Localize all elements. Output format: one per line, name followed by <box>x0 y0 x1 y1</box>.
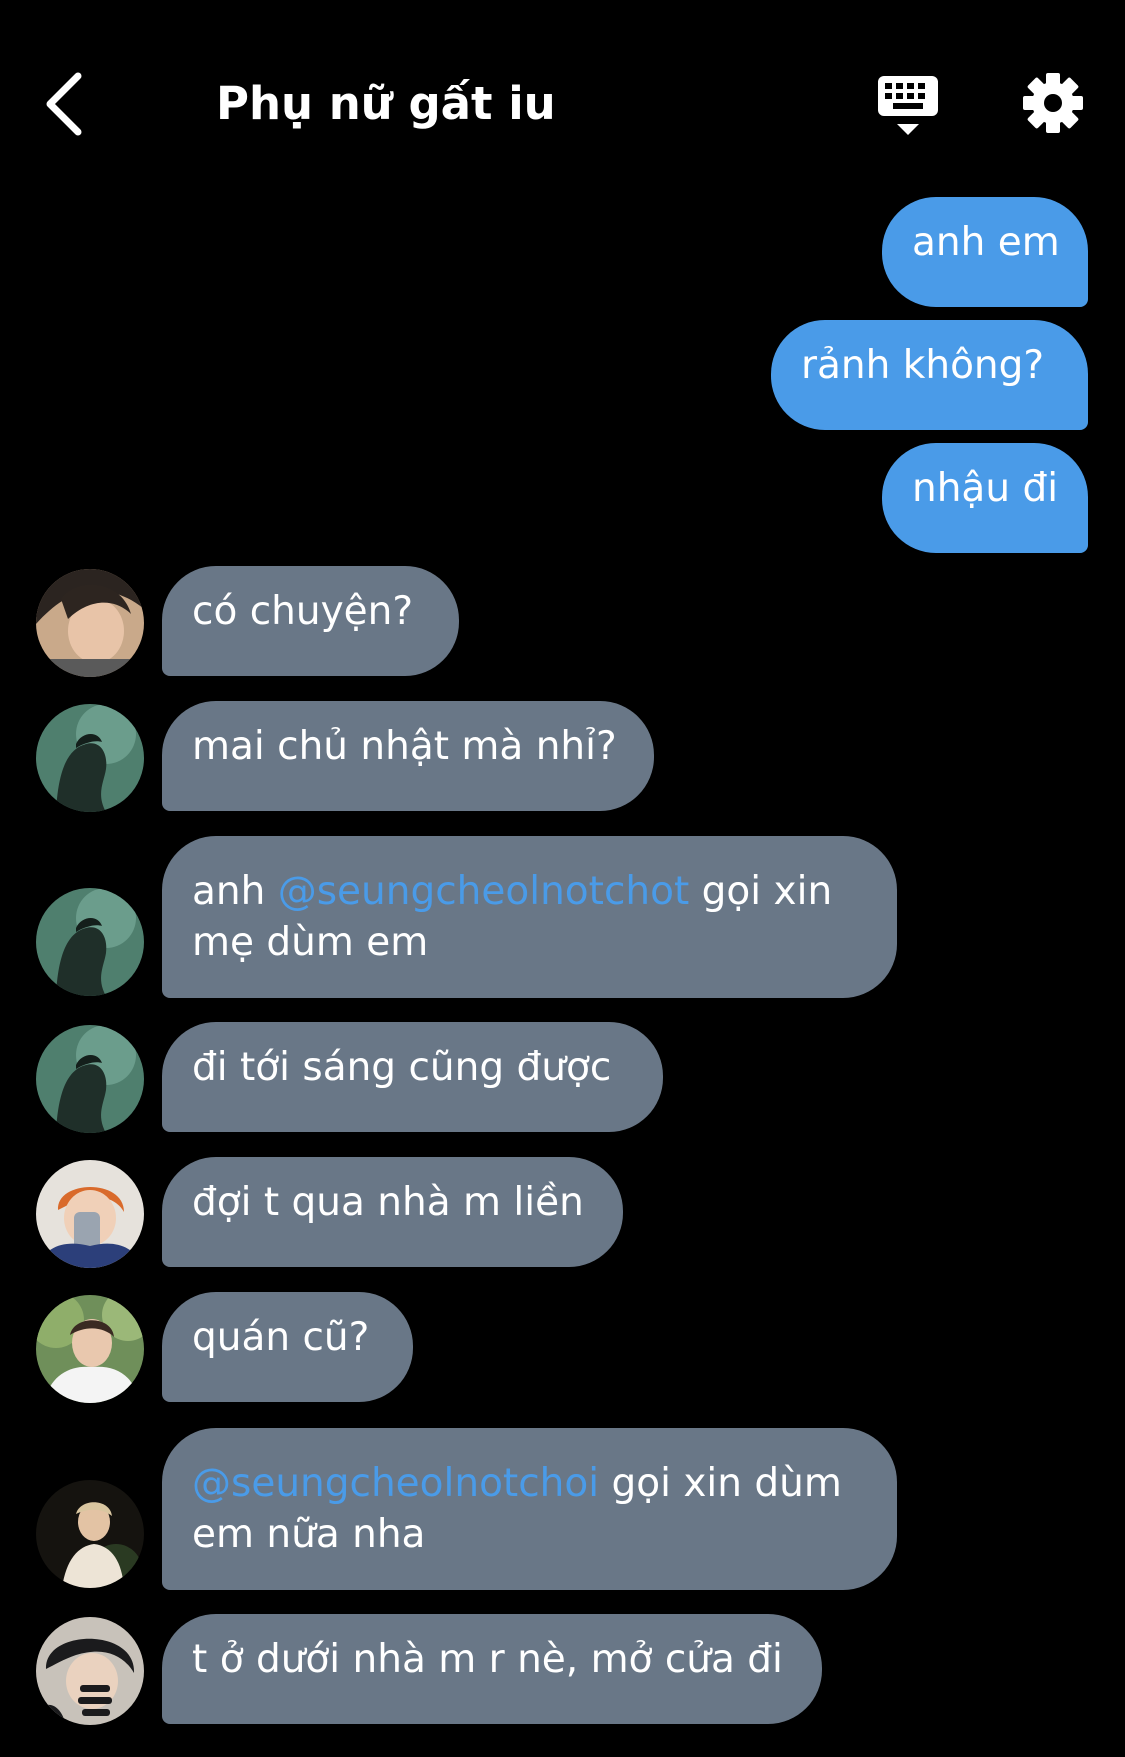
message-text: anh em <box>912 220 1060 265</box>
avatar[interactable] <box>36 1160 144 1268</box>
message-text: gọi xin <box>689 869 833 914</box>
avatar[interactable] <box>36 1617 144 1725</box>
chevron-left-icon <box>46 72 82 136</box>
keyboard-hide-icon <box>878 76 938 135</box>
message-bubble-outgoing[interactable]: nhậu đi <box>882 443 1088 553</box>
user-mention-link[interactable]: @seungcheolnotchoi <box>192 1461 599 1506</box>
message-text: nhậu đi <box>912 466 1059 511</box>
settings-button[interactable] <box>1022 72 1084 134</box>
avatar[interactable] <box>36 1025 144 1133</box>
back-button[interactable] <box>40 70 90 138</box>
message-text: quán cũ? <box>192 1315 370 1360</box>
chat-header: Phụ nữ gất iu <box>0 0 1125 190</box>
message-text: mai chủ nhật mà nhỉ? <box>192 724 617 769</box>
message-text: t ở dưới nhà m r nè, mở cửa đi <box>192 1637 783 1682</box>
avatar[interactable] <box>36 1480 144 1588</box>
gear-icon <box>1023 73 1083 133</box>
message-text-line: mẹ dùm em <box>192 917 867 968</box>
message-text: đi tới sáng cũng được <box>192 1045 612 1090</box>
avatar[interactable] <box>36 888 144 996</box>
message-bubble-outgoing[interactable]: anh em <box>882 197 1088 307</box>
message-bubble-incoming[interactable]: mai chủ nhật mà nhỉ? <box>162 701 654 811</box>
avatar[interactable] <box>36 704 144 812</box>
message-bubble-outgoing[interactable]: rảnh không? <box>771 320 1088 430</box>
message-text: đợi t qua nhà m liền <box>192 1180 584 1225</box>
message-bubble-incoming[interactable]: đợi t qua nhà m liền <box>162 1157 623 1267</box>
message-bubble-incoming[interactable]: đi tới sáng cũng được <box>162 1022 663 1132</box>
message-text: mẹ dùm em <box>192 920 429 965</box>
message-bubble-incoming[interactable]: @seungcheolnotchoi gọi xin dùm em nữa nh… <box>162 1428 897 1590</box>
keyboard-toggle-button[interactable] <box>875 72 941 140</box>
message-bubble-incoming[interactable]: anh @seungcheolnotchot gọi xin mẹ dùm em <box>162 836 897 998</box>
message-bubble-incoming[interactable]: có chuyện? <box>162 566 459 676</box>
avatar[interactable] <box>36 1295 144 1403</box>
page-title: Phụ nữ gất iu <box>216 77 556 130</box>
message-text: có chuyện? <box>192 589 414 634</box>
message-text-line: em nữa nha <box>192 1509 867 1560</box>
message-text-line: @seungcheolnotchoi gọi xin dùm <box>192 1458 867 1509</box>
user-mention-link[interactable]: @seungcheolnotchot <box>278 869 690 914</box>
message-bubble-incoming[interactable]: quán cũ? <box>162 1292 413 1402</box>
message-text: gọi xin dùm <box>599 1461 842 1506</box>
message-bubble-incoming[interactable]: t ở dưới nhà m r nè, mở cửa đi <box>162 1614 822 1724</box>
message-text: anh <box>192 869 278 914</box>
message-text: em nữa nha <box>192 1512 426 1557</box>
avatar[interactable] <box>36 569 144 677</box>
message-text-line: anh @seungcheolnotchot gọi xin <box>192 866 867 917</box>
message-text: rảnh không? <box>801 343 1045 388</box>
